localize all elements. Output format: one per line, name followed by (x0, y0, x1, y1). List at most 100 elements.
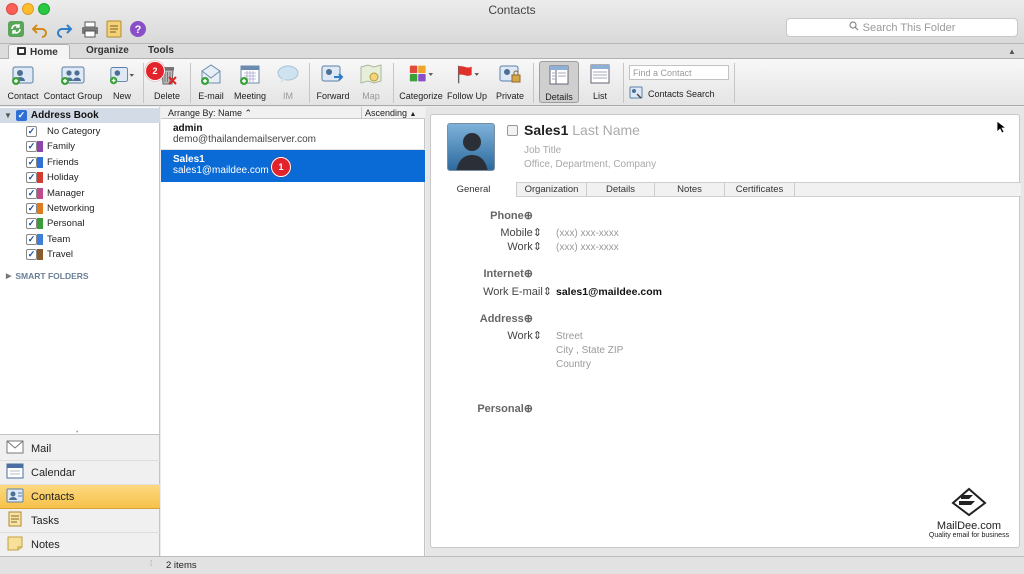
search-placeholder: Search This Folder (862, 21, 956, 34)
meeting-label: Meeting (233, 91, 267, 101)
contact-row[interactable]: admin demo@thailandemailserver.com (161, 120, 425, 150)
category-item[interactable]: ✓ Team (26, 232, 70, 247)
add-phone-icon[interactable]: ⊕ (524, 210, 533, 222)
city-field[interactable]: City (556, 345, 573, 356)
contact-row-selected[interactable]: Sales1 sales1@maildee.com (161, 150, 425, 182)
nav-notes[interactable]: Notes (0, 533, 160, 557)
contact-type-icon[interactable] (507, 125, 518, 136)
state-zip-field[interactable]: State ZIP (582, 345, 624, 356)
category-item[interactable]: ✓ Family (26, 139, 75, 154)
undo-icon[interactable] (30, 19, 50, 39)
new-item-button[interactable]: New (106, 61, 138, 101)
category-item[interactable]: ✓ No Category (26, 124, 100, 139)
category-item[interactable]: ✓ Friends (26, 155, 79, 170)
mobile-type-selector[interactable]: Mobile⇕ (442, 226, 542, 239)
category-item[interactable]: ✓ Holiday (26, 170, 79, 185)
private-button[interactable]: Private (494, 61, 526, 101)
im-button[interactable]: IM (274, 61, 302, 101)
tab-home[interactable]: Home (8, 44, 70, 59)
city-state-line: City , State ZIP (556, 345, 624, 356)
arrange-by-dropdown[interactable]: Arrange By: Name ⌃ (168, 108, 252, 119)
category-checkbox[interactable]: ✓ (26, 156, 37, 168)
calendar-icon (6, 463, 24, 482)
nav-notes-label: Notes (31, 538, 60, 551)
address-card-icon[interactable] (104, 19, 124, 39)
work-phone-field[interactable]: (xxx) xxx-xxxx (556, 242, 619, 253)
ribbon-divider (309, 63, 310, 103)
add-address-icon[interactable]: ⊕ (524, 313, 533, 325)
category-checkbox[interactable]: ✓ (26, 141, 37, 153)
address-type-selector[interactable]: Work⇕ (442, 329, 542, 342)
address-book-folder[interactable]: ▼ ✓ Address Book (0, 108, 160, 123)
address-book-checkbox[interactable]: ✓ (15, 110, 27, 121)
address-section-label: Address⊕ (433, 312, 533, 325)
contact-photo[interactable] (447, 123, 495, 171)
category-item[interactable]: ✓ Personal (26, 216, 85, 231)
maildee-logo: MailDee.com Quality email for business (921, 487, 1017, 539)
help-icon[interactable]: ? (128, 19, 148, 39)
mobile-phone-field[interactable]: (xxx) xxx-xxxx (556, 228, 619, 239)
street-field[interactable]: Street (556, 331, 583, 342)
categorize-button[interactable]: Categorize (399, 61, 443, 101)
contacts-search-button[interactable]: Contacts Search (629, 86, 715, 101)
sort-order-toggle[interactable]: Ascending ▲ (361, 107, 425, 119)
work-email-type-selector[interactable]: Work E-mail⇕ (442, 285, 552, 298)
category-checkbox[interactable]: ✓ (26, 218, 37, 230)
new-item-label: New (112, 91, 131, 101)
work-email-field[interactable]: sales1@maildee.com (556, 286, 662, 298)
tab-organization[interactable]: Organization (517, 182, 587, 197)
nav-tasks[interactable]: Tasks (0, 509, 160, 533)
sidebar-resize-grip[interactable]: ⁞ (150, 559, 152, 568)
add-personal-icon[interactable]: ⊕ (524, 403, 533, 415)
last-name-field[interactable]: Last Name (572, 122, 640, 138)
new-contact-button[interactable]: Contact (6, 61, 40, 101)
category-label: No Category (47, 126, 101, 137)
follow-up-button[interactable]: Follow Up (446, 61, 488, 101)
tab-notes[interactable]: Notes (655, 182, 725, 197)
collapse-ribbon-icon[interactable]: ▲ (1008, 47, 1016, 56)
first-name-field[interactable]: Sales1 (524, 122, 568, 138)
category-item[interactable]: ✓ Manager (26, 186, 85, 201)
department-field[interactable]: Department (556, 159, 608, 170)
map-icon (358, 61, 384, 87)
company-field[interactable]: Company (613, 159, 656, 170)
category-item[interactable]: ✓ Networking (26, 201, 95, 216)
redo-icon[interactable] (54, 19, 74, 39)
category-checkbox[interactable]: ✓ (26, 233, 37, 245)
category-checkbox[interactable]: ✓ (26, 187, 37, 199)
find-contact-input[interactable]: Find a Contact (629, 65, 729, 80)
country-field[interactable]: Country (556, 359, 591, 370)
details-view-button[interactable]: Details (539, 61, 579, 103)
job-title-field[interactable]: Job Title (524, 145, 561, 156)
nav-mail[interactable]: Mail (0, 437, 160, 461)
smart-folders-header[interactable]: ▶ SMART FOLDERS (6, 271, 89, 281)
tab-general[interactable]: General (431, 182, 517, 197)
add-internet-icon[interactable]: ⊕ (524, 268, 533, 280)
forward-label: Forward (316, 91, 350, 101)
tab-tools[interactable]: Tools (138, 44, 184, 59)
category-checkbox[interactable]: ✓ (26, 126, 37, 137)
sync-icon[interactable] (6, 19, 26, 39)
category-item[interactable]: ✓ Travel (26, 247, 73, 262)
category-checkbox[interactable]: ✓ (26, 203, 37, 214)
mobile-label: Mobile (500, 227, 533, 239)
search-folder-field[interactable]: Search This Folder (786, 18, 1018, 37)
tab-organize[interactable]: Organize (76, 44, 139, 59)
category-checkbox[interactable]: ✓ (26, 172, 37, 184)
nav-calendar[interactable]: Calendar (0, 461, 160, 485)
nav-contacts[interactable]: Contacts (0, 485, 160, 509)
new-contact-group-button[interactable]: Contact Group (43, 61, 103, 101)
meeting-button[interactable]: Meeting (232, 61, 268, 101)
list-view-button[interactable]: List (584, 61, 616, 101)
tab-certificates[interactable]: Certificates (725, 182, 795, 197)
email-button[interactable]: E-mail (196, 61, 226, 101)
work-phone-type-selector[interactable]: Work⇕ (442, 240, 542, 253)
office-field[interactable]: Office (524, 159, 550, 170)
category-checkbox[interactable]: ✓ (26, 249, 37, 261)
category-color-swatch (37, 233, 43, 245)
tab-details[interactable]: Details (587, 182, 655, 197)
step-badge-1: 1 (271, 157, 291, 177)
map-button[interactable]: Map (358, 61, 384, 101)
print-icon[interactable] (80, 19, 100, 39)
forward-button[interactable]: Forward (315, 61, 351, 101)
